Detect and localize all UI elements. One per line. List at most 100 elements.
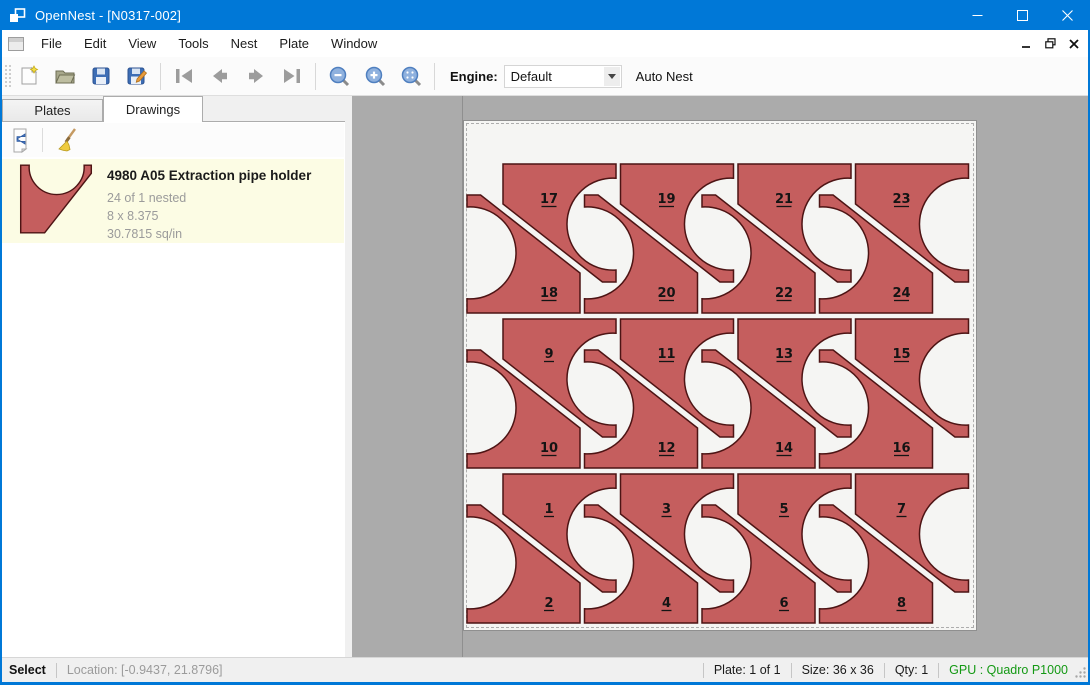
part-number: 21 <box>775 192 793 207</box>
drawing-list-item[interactable]: 4980 A05 Extraction pipe holder 24 of 1 … <box>0 159 344 243</box>
part-number: 9 <box>544 347 553 362</box>
part-number: 6 <box>779 596 788 611</box>
drawing-nested-count: 24 of 1 nested <box>107 191 186 205</box>
go-last-icon <box>280 65 304 87</box>
part-number: 16 <box>892 441 910 456</box>
maximize-button[interactable] <box>1000 0 1045 30</box>
status-separator <box>791 663 792 678</box>
zoom-in-icon <box>364 65 387 88</box>
close-button[interactable] <box>1045 0 1090 30</box>
status-gpu: GPU : Quadro P1000 <box>949 663 1068 677</box>
part-number: 23 <box>892 192 910 207</box>
clear-drawings-button[interactable] <box>53 126 81 154</box>
open-button[interactable] <box>49 61 81 91</box>
mdi-close-icon <box>1069 39 1079 49</box>
resize-grip[interactable] <box>1073 665 1087 679</box>
new-button[interactable] <box>13 61 45 91</box>
status-separator <box>884 663 885 678</box>
save-as-button[interactable] <box>121 61 153 91</box>
mdi-close-button[interactable] <box>1062 33 1086 55</box>
part-number: 18 <box>540 286 558 301</box>
mdi-restore-button[interactable] <box>1038 33 1062 55</box>
status-mode: Select <box>9 663 46 677</box>
broom-icon <box>55 127 79 153</box>
go-first-icon <box>172 65 196 87</box>
drawing-area: 30.7815 sq/in <box>107 227 182 241</box>
toolbar-separator <box>42 128 43 152</box>
part-number: 22 <box>775 286 793 301</box>
title-bar: OpenNest - [N0317-002] <box>0 0 1090 30</box>
panel-splitter[interactable] <box>345 96 352 657</box>
part-number: 4 <box>662 596 671 611</box>
minimize-button[interactable] <box>955 0 1000 30</box>
previous-plate-button[interactable] <box>204 61 236 91</box>
drawing-title: 4980 A05 Extraction pipe holder <box>107 168 311 183</box>
menu-plate[interactable]: Plate <box>268 32 320 55</box>
app-icon <box>9 8 26 23</box>
import-drawing-button[interactable] <box>6 126 34 154</box>
main-toolbar: Engine: Default Auto Nest <box>0 57 1090 96</box>
save-icon <box>90 65 112 87</box>
part-number: 11 <box>657 347 675 362</box>
tab-plates[interactable]: Plates <box>2 99 103 122</box>
toolbar-grip[interactable] <box>3 63 11 89</box>
save-button[interactable] <box>85 61 117 91</box>
status-location: Location: [-0.9437, 21.8796] <box>67 663 223 677</box>
status-qty: Qty: 1 <box>895 663 928 677</box>
part-number: 19 <box>657 192 675 207</box>
part-number: 13 <box>775 347 793 362</box>
menu-file[interactable]: File <box>30 32 73 55</box>
zoom-out-icon <box>328 65 351 88</box>
auto-nest-button[interactable]: Auto Nest <box>636 69 693 84</box>
part-number: 14 <box>775 441 793 456</box>
status-separator <box>703 663 704 678</box>
part-number: 1 <box>544 502 553 517</box>
plate-sheet: 171921231820222491113151012141613572468 <box>463 120 977 631</box>
status-separator <box>938 663 939 678</box>
drawing-dimensions: 8 x 8.375 <box>107 209 158 223</box>
part-number: 20 <box>657 286 675 301</box>
last-plate-button[interactable] <box>276 61 308 91</box>
mdi-minimize-button[interactable] <box>1014 33 1038 55</box>
save-edit-icon <box>126 65 148 87</box>
part-number: 7 <box>897 502 906 517</box>
zoom-fit-button[interactable] <box>395 61 427 91</box>
status-separator <box>56 663 57 678</box>
menu-window[interactable]: Window <box>320 32 388 55</box>
first-plate-button[interactable] <box>168 61 200 91</box>
status-plate: Plate: 1 of 1 <box>714 663 781 677</box>
mdi-restore-icon <box>1045 38 1056 49</box>
document-icon[interactable] <box>8 37 24 51</box>
toolbar-separator <box>434 63 435 90</box>
minimize-icon <box>972 10 983 21</box>
mdi-minimize-icon <box>1022 39 1031 48</box>
part-number: 5 <box>779 502 788 517</box>
engine-value: Default <box>511 69 552 84</box>
close-icon <box>1062 10 1073 21</box>
window-border-left <box>0 30 2 685</box>
drawings-toolbar <box>0 123 344 157</box>
import-drawing-icon <box>8 127 32 153</box>
part-number: 3 <box>662 502 671 517</box>
zoom-in-button[interactable] <box>359 61 391 91</box>
part-number: 24 <box>892 286 910 301</box>
menu-tools[interactable]: Tools <box>167 32 219 55</box>
part-number: 2 <box>544 596 553 611</box>
menu-bar: File Edit View Tools Nest Plate Window <box>0 30 1090 57</box>
engine-label: Engine: <box>450 69 498 84</box>
new-file-icon <box>18 65 40 87</box>
part-number: 12 <box>657 441 675 456</box>
menu-nest[interactable]: Nest <box>220 32 269 55</box>
menu-edit[interactable]: Edit <box>73 32 117 55</box>
engine-select[interactable]: Default <box>504 65 622 88</box>
part-number: 17 <box>540 192 558 207</box>
zoom-out-button[interactable] <box>323 61 355 91</box>
tab-drawings[interactable]: Drawings <box>103 96 203 122</box>
chevron-down-icon[interactable] <box>604 67 620 86</box>
menu-view[interactable]: View <box>117 32 167 55</box>
nest-svg: 171921231820222491113151012141613572468 <box>464 121 976 630</box>
next-plate-button[interactable] <box>240 61 272 91</box>
nesting-canvas[interactable]: 171921231820222491113151012141613572468 <box>352 96 1090 657</box>
toolbar-separator <box>315 63 316 90</box>
drawing-thumbnail <box>18 164 94 234</box>
